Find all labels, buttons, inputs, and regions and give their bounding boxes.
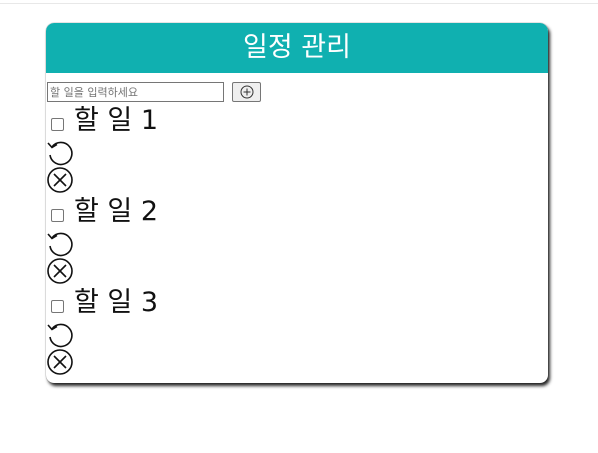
todo-line: 할 일 3 [46, 286, 548, 320]
delete-button[interactable] [46, 257, 76, 285]
delete-button[interactable] [46, 166, 76, 194]
todo-input[interactable] [47, 82, 224, 102]
circle-x-icon [47, 349, 73, 375]
todo-text: 할 일 2 [74, 196, 159, 227]
circle-plus-icon [240, 85, 253, 99]
delete-button[interactable] [46, 348, 76, 376]
todo-line: 할 일 2 [46, 195, 548, 229]
list-item: 할 일 1 [46, 104, 548, 195]
list-item: 할 일 2 [46, 195, 548, 286]
undo-icon [47, 232, 73, 257]
todo-line: 할 일 1 [46, 104, 548, 138]
browser-top-divider [0, 3, 598, 4]
undo-icon [47, 323, 73, 348]
todo-text: 할 일 1 [74, 105, 159, 136]
todo-text: 할 일 3 [74, 287, 159, 318]
circle-x-icon [47, 258, 73, 284]
undo-button[interactable] [46, 138, 76, 166]
todo-checkbox[interactable] [51, 118, 64, 131]
todo-checkbox[interactable] [51, 300, 64, 313]
undo-icon [47, 141, 73, 166]
circle-x-icon [47, 167, 73, 193]
todo-card: 일정 관리 할 일 1 [46, 23, 548, 383]
undo-button[interactable] [46, 320, 76, 348]
todo-checkbox[interactable] [51, 209, 64, 222]
list-item: 할 일 3 [46, 286, 548, 377]
page-title: 일정 관리 [46, 23, 548, 73]
undo-button[interactable] [46, 229, 76, 257]
add-button[interactable] [232, 82, 261, 102]
todo-list: 할 일 1 할 일 2 할 일 3 [46, 104, 548, 377]
todo-input-row [46, 70, 548, 104]
